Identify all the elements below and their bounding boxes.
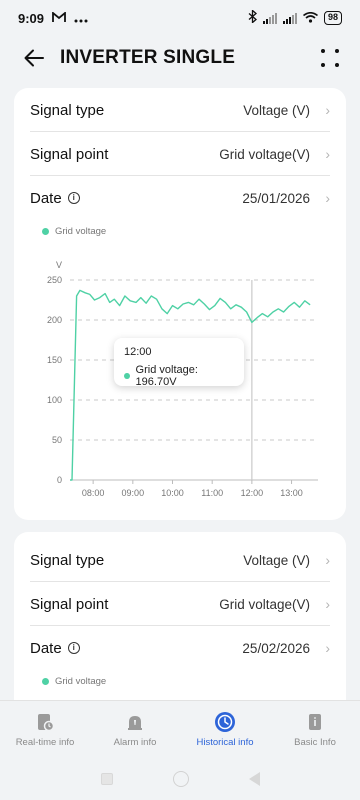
x-tick-label: 11:00 bbox=[201, 488, 223, 498]
y-tick-label: 150 bbox=[47, 355, 62, 365]
chevron-right-icon: › bbox=[325, 640, 330, 656]
signal-point-label: Signal point bbox=[30, 145, 109, 163]
bluetooth-icon bbox=[248, 9, 257, 26]
home-button[interactable] bbox=[172, 771, 189, 787]
back-button[interactable] bbox=[14, 38, 54, 78]
nav-alarm-info[interactable]: Alarm info bbox=[90, 701, 180, 758]
signal-type-row[interactable]: Signal type Voltage (V) › bbox=[14, 538, 346, 582]
signal-point-value: Grid voltage(V) bbox=[219, 596, 310, 612]
legend-dot bbox=[42, 677, 49, 685]
info-icon[interactable]: i bbox=[67, 192, 80, 204]
signal-point-row[interactable]: Signal point Grid voltage(V) › bbox=[14, 582, 346, 626]
date-value: 25/01/2026 bbox=[242, 190, 310, 206]
signal-point-row[interactable]: Signal point Grid voltage(V) › bbox=[14, 132, 346, 176]
date-label: Date bbox=[30, 189, 62, 207]
signal-point-value: Grid voltage(V) bbox=[219, 146, 310, 162]
realtime-info-icon bbox=[34, 711, 56, 733]
chevron-right-icon: › bbox=[325, 102, 330, 118]
chart-legend[interactable]: Grid voltage bbox=[14, 670, 346, 692]
page-title: INVERTER SINGLE bbox=[60, 47, 236, 68]
recent-apps-button[interactable] bbox=[100, 773, 113, 785]
chevron-right-icon: › bbox=[325, 552, 330, 568]
tooltip-time: 12:00 bbox=[124, 346, 152, 358]
nav-label: Basic Info bbox=[294, 737, 336, 748]
history-card-1: Signal type Voltage (V) › Signal point G… bbox=[14, 88, 346, 520]
signal-point-label: Signal point bbox=[30, 595, 109, 613]
clock-icon bbox=[214, 711, 236, 733]
wifi-icon bbox=[302, 11, 318, 26]
x-tick-label: 09:00 bbox=[122, 488, 145, 498]
nav-realtime-info[interactable]: Real-time info bbox=[0, 701, 90, 758]
chevron-right-icon: › bbox=[325, 596, 330, 612]
signal-type-value: Voltage (V) bbox=[243, 102, 310, 118]
date-label: Date bbox=[30, 639, 62, 657]
y-tick-label: 0 bbox=[57, 475, 62, 485]
four-dots-icon bbox=[321, 49, 325, 53]
x-tick-label: 10:00 bbox=[161, 488, 184, 498]
date-row[interactable]: Date i 25/01/2026 › bbox=[14, 176, 346, 220]
legend-label: Grid voltage bbox=[55, 225, 107, 237]
signal-icon bbox=[282, 12, 297, 24]
signal-type-row[interactable]: Signal type Voltage (V) › bbox=[14, 88, 346, 132]
nav-label: Historical info bbox=[196, 737, 254, 748]
y-tick-label: 50 bbox=[52, 435, 62, 445]
nav-basic-info[interactable]: Basic Info bbox=[270, 701, 360, 758]
bottom-nav: Real-time info Alarm info Historical inf… bbox=[0, 700, 360, 758]
document-info-icon bbox=[304, 711, 326, 733]
legend-dot bbox=[42, 227, 49, 235]
status-bar: 9:09 98 bbox=[0, 0, 360, 36]
signal-type-label: Signal type bbox=[30, 101, 105, 119]
y-tick-label: 100 bbox=[47, 395, 62, 405]
x-tick-label: 13:00 bbox=[280, 488, 303, 498]
mail-icon bbox=[52, 10, 66, 26]
chevron-right-icon: › bbox=[325, 146, 330, 162]
signal-type-label: Signal type bbox=[30, 551, 105, 569]
tooltip-text: Grid voltage: 196.70V bbox=[135, 364, 198, 388]
history-card-2: Signal type Voltage (V) › Signal point G… bbox=[14, 532, 346, 712]
more-dots-icon bbox=[74, 11, 88, 26]
system-back-button[interactable] bbox=[248, 772, 260, 786]
y-axis-unit: V bbox=[56, 260, 62, 270]
x-tick-label: 12:00 bbox=[241, 488, 264, 498]
nav-historical-info[interactable]: Historical info bbox=[180, 701, 270, 758]
app-header: INVERTER SINGLE bbox=[0, 36, 360, 80]
signal-icon bbox=[262, 12, 277, 24]
status-time: 9:09 bbox=[18, 10, 45, 26]
chart-tooltip: 12:00 Grid voltage: 196.70V bbox=[114, 338, 244, 388]
chevron-right-icon: › bbox=[325, 190, 330, 206]
info-icon[interactable]: i bbox=[67, 642, 80, 654]
menu-button[interactable] bbox=[314, 42, 346, 74]
alarm-bell-icon bbox=[124, 711, 146, 733]
nav-label: Alarm info bbox=[113, 737, 157, 748]
date-row[interactable]: Date i 25/02/2026 › bbox=[14, 626, 346, 670]
y-tick-label: 250 bbox=[47, 275, 62, 285]
x-tick-label: 08:00 bbox=[82, 488, 105, 498]
signal-type-value: Voltage (V) bbox=[243, 552, 310, 568]
system-nav-bar bbox=[0, 758, 360, 800]
legend-label: Grid voltage bbox=[55, 675, 107, 687]
arrow-left-icon bbox=[24, 49, 44, 67]
date-value: 25/02/2026 bbox=[242, 640, 310, 656]
chart-legend[interactable]: Grid voltage bbox=[14, 220, 346, 242]
battery-indicator: 98 bbox=[323, 11, 342, 25]
nav-label: Real-time info bbox=[15, 737, 75, 748]
y-tick-label: 200 bbox=[47, 315, 62, 325]
tooltip-dot bbox=[124, 373, 130, 379]
